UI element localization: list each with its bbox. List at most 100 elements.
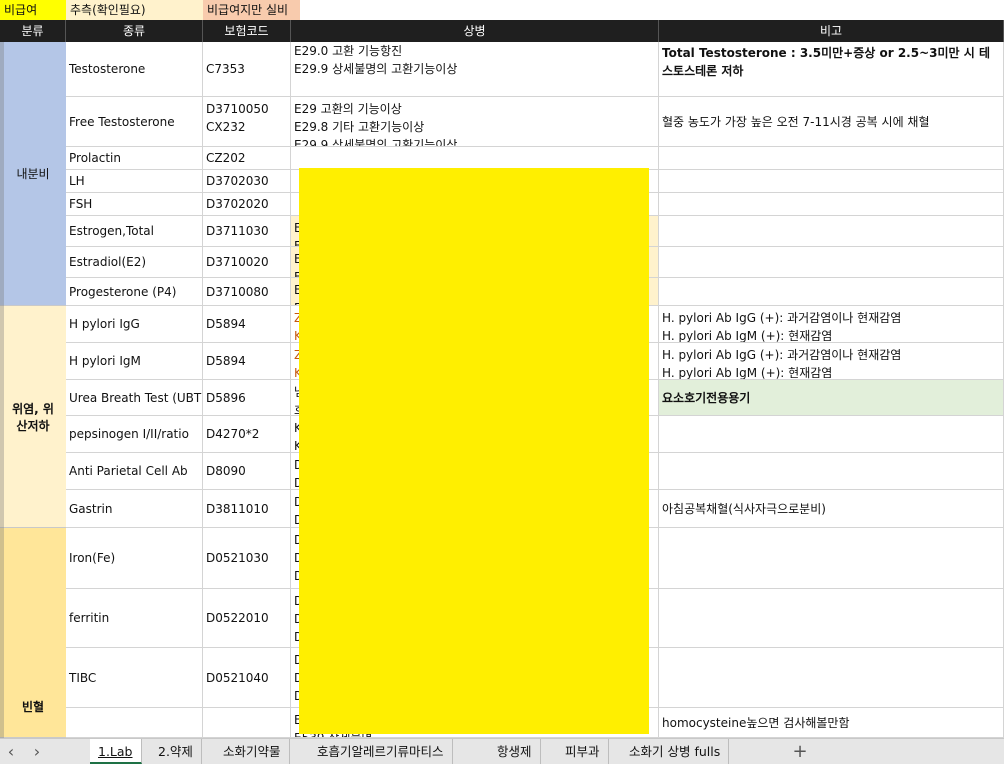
tab-scroll-left-icon[interactable]: ‹ (0, 739, 22, 764)
header-note[interactable]: 비고 (659, 20, 1004, 42)
cell-type[interactable]: Testosterone (66, 42, 203, 97)
cell-code[interactable]: D3710050 CX232 (203, 97, 291, 147)
sheet-tab-gi-drugs[interactable]: 소화기약물 (215, 739, 290, 764)
cell-note[interactable]: 요소호기전용용기 (659, 380, 1004, 416)
cell-line: E29.9 상세불명의 고환기능이상 (294, 138, 458, 147)
cell-type[interactable]: LH (66, 170, 203, 193)
header-type[interactable]: 종류 (66, 20, 203, 42)
cell-code[interactable]: D5896 (203, 380, 291, 416)
cell-text: Total Testosterone : 3.5미만+증상 or 2.5~3미만… (662, 46, 990, 78)
cell-code[interactable]: D0521040 (203, 648, 291, 708)
sheet-tab-antibiotics[interactable]: 항생제 (489, 739, 541, 764)
cell-text: D0521040 (206, 670, 269, 685)
cell-note[interactable]: 아침공복채혈(식사자극으로분비) (659, 490, 1004, 528)
cell-note[interactable]: 혈중 농도가 가장 높은 오전 7-11시경 공복 시에 채혈 (659, 97, 1004, 147)
category-gastritis[interactable]: 위염, 위 산저하 (0, 306, 66, 528)
sheet-tab-dermatology[interactable]: 피부과 (557, 739, 609, 764)
cell-note[interactable] (659, 589, 1004, 648)
cell-line: E29.9 상세불명의 고환기능이상 (294, 62, 458, 76)
cell-text: ferritin (69, 611, 110, 625)
cell-note[interactable] (659, 147, 1004, 170)
cell-type[interactable]: pepsinogen I/II/ratio (66, 416, 203, 453)
cell-code[interactable]: D8090 (203, 453, 291, 490)
cell-text: D3811010 (206, 501, 269, 516)
cell-type[interactable]: Gastrin (66, 490, 203, 528)
cell-code[interactable]: D3811010 (203, 490, 291, 528)
sheet-tab-respiratory[interactable]: 호흡기알레르기류마티스 (309, 739, 453, 764)
legend-nonpay: 비급여 (0, 0, 66, 20)
cell-text: H pylori IgM (69, 354, 141, 368)
header-diagnosis[interactable]: 상병 (291, 20, 659, 42)
cell-dx[interactable]: E29.0 고환 기능항진 E29.9 상세불명의 고환기능이상 (291, 42, 659, 97)
legend-actual: 비급여지만 실비 (203, 0, 300, 20)
cell-text: CZ202 (206, 151, 246, 165)
cell-note[interactable] (659, 416, 1004, 453)
cell-code[interactable]: D0522010 (203, 589, 291, 648)
cell-dx[interactable] (291, 147, 659, 170)
cell-note[interactable]: H. pylori Ab IgG (+): 과거감염이나 현재감염 H. pylo… (659, 343, 1004, 380)
cell-note[interactable] (659, 170, 1004, 193)
cell-type[interactable]: Prolactin (66, 147, 203, 170)
legend-estimate: 추측(확인필요) (66, 0, 203, 20)
cell-note[interactable] (659, 278, 1004, 306)
cell-code[interactable]: D3710080 (203, 278, 291, 306)
cell-text: D3702030 (206, 174, 269, 188)
cell-type[interactable]: Free Testosterone (66, 97, 203, 147)
cell-line: D3710050 (206, 102, 269, 116)
sheet-tab-lab[interactable]: 1.Lab (90, 739, 142, 764)
cell-code[interactable]: D3710020 (203, 247, 291, 278)
cell-text: Iron(Fe) (69, 551, 116, 565)
cell-type[interactable]: H pylori IgG (66, 306, 203, 343)
cell-type[interactable]: Estrogen,Total (66, 216, 203, 247)
cell-type[interactable]: Iron(Fe) (66, 528, 203, 589)
category-stripe (0, 42, 4, 738)
cell-note[interactable] (659, 648, 1004, 708)
cell-note[interactable] (659, 247, 1004, 278)
cell-note[interactable]: Total Testosterone : 3.5미만+증상 or 2.5~3미만… (659, 42, 1004, 97)
cell-code[interactable]: D0521030 (203, 528, 291, 589)
cell-type[interactable]: TIBC (66, 648, 203, 708)
category-anemia[interactable]: 빈혈 (0, 528, 66, 738)
cell-dx[interactable]: E29 고환의 기능이상 E29.8 기타 고환기능이상 E29.9 상세불명의 고… (291, 97, 659, 147)
sheet-tab-gi-diagnosis[interactable]: 소화기 상병 fulls (621, 739, 730, 764)
cell-text: Estradiol(E2) (69, 255, 147, 269)
cell-text: D0521030 (206, 551, 269, 565)
cell-type[interactable]: Estradiol(E2) (66, 247, 203, 278)
cell-code[interactable]: D3702030 (203, 170, 291, 193)
sheet-tab-drugs[interactable]: 2.약제 (150, 739, 202, 764)
cell-text: D5896 (206, 390, 246, 405)
tab-scroll-right-icon[interactable]: › (26, 739, 48, 764)
cell-text: Testosterone (69, 62, 146, 76)
cell-type[interactable]: Progesterone (P4) (66, 278, 203, 306)
cell-type[interactable]: ferritin (66, 589, 203, 648)
cell-text: D5894 (206, 317, 246, 331)
cell-code[interactable]: D4270*2 (203, 416, 291, 453)
cell-code[interactable]: C7353 (203, 42, 291, 97)
cell-line: H. pylori Ab IgM (+): 현재감염 (662, 366, 833, 380)
cell-note[interactable] (659, 193, 1004, 216)
cell-note[interactable] (659, 528, 1004, 589)
cell-type[interactable]: Urea Breath Test (UBT (66, 380, 203, 416)
cell-code[interactable]: CZ202 (203, 147, 291, 170)
cell-code[interactable]: D3702020 (203, 193, 291, 216)
cell-code[interactable]: D3711030 (203, 216, 291, 247)
sheet-tab-bar: ‹ › 1.Lab 2.약제 소화기약물 호흡기알레르기류마티스 항생제 피부과… (0, 738, 1004, 764)
cell-type[interactable] (66, 708, 203, 738)
cell-type[interactable]: H pylori IgM (66, 343, 203, 380)
header-category[interactable]: 분류 (0, 20, 66, 42)
cell-code[interactable]: D5894 (203, 343, 291, 380)
add-sheet-button[interactable]: + (788, 739, 812, 764)
cell-text: C7353 (206, 62, 245, 76)
cell-type[interactable]: Anti Parietal Cell Ab (66, 453, 203, 490)
cell-note[interactable]: homocysteine높으면 검사해볼만함 (659, 708, 1004, 738)
cell-code[interactable] (203, 708, 291, 738)
cell-type[interactable]: FSH (66, 193, 203, 216)
cell-note[interactable] (659, 216, 1004, 247)
cell-text: LH (69, 174, 85, 188)
cell-code[interactable]: D5894 (203, 306, 291, 343)
category-endocrine[interactable]: 내분비 (0, 42, 66, 306)
cell-note[interactable]: H. pylori Ab IgG (+): 과거감염이나 현재감염 H. pylo… (659, 306, 1004, 343)
header-code[interactable]: 보험코드 (203, 20, 291, 42)
cell-note[interactable] (659, 453, 1004, 490)
cell-text: D3710020 (206, 255, 269, 269)
